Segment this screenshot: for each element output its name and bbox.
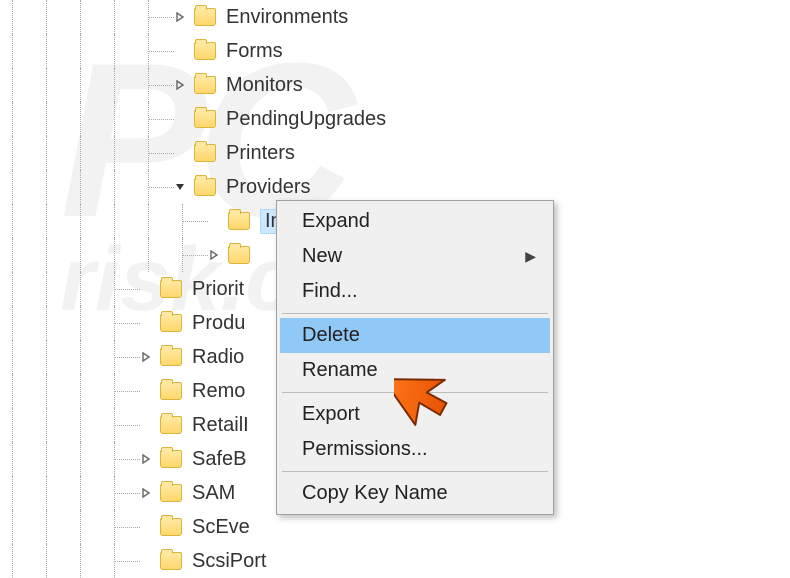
tree-item[interactable]: Printers [0,136,790,170]
tree-item-label: Produ [192,312,245,335]
folder-icon [228,246,250,264]
folder-icon [160,484,182,502]
folder-icon [194,144,216,162]
tree-item[interactable]: Providers [0,170,790,204]
tree-item[interactable]: Environments [0,0,790,34]
tree-item[interactable]: PendingUpgrades [0,102,790,136]
menu-item-label: Expand [302,210,370,233]
folder-icon [160,382,182,400]
folder-icon [160,314,182,332]
tree-item-label: SafeB [192,448,246,471]
menu-item-rename[interactable]: Rename [280,353,550,388]
chevron-right-icon: ▶ [525,248,536,265]
folder-icon [194,42,216,60]
menu-item-find-[interactable]: Find... [280,274,550,309]
context-menu[interactable]: Expand New ▶ Find... Delete Rename Export Permi… [276,200,554,515]
tree-item-label: Radio [192,346,244,369]
tree-item-label: ScsiPort [192,550,266,573]
tree-item[interactable]: Forms [0,34,790,68]
tree-item[interactable]: ScEve [0,510,790,544]
menu-item-export[interactable]: Export [280,397,550,432]
tree-item[interactable]: Monitors [0,68,790,102]
menu-separator [282,392,548,393]
menu-item-copy-key-name[interactable]: Copy Key Name [280,476,550,511]
folder-icon [160,552,182,570]
tree-item-label: ScEve [192,516,250,539]
tree-item-label: SAM [192,482,235,505]
tree-item-label: Forms [226,40,283,63]
tree-item[interactable]: ScsiPort [0,544,790,578]
menu-item-expand[interactable]: Expand [280,204,550,239]
menu-item-delete[interactable]: Delete [280,318,550,353]
tree-item-label: Providers [226,176,310,199]
menu-item-label: Copy Key Name [302,482,448,505]
tree-item-label: Monitors [226,74,303,97]
folder-icon [194,178,216,196]
menu-separator [282,313,548,314]
tree-item-label: Printers [226,142,295,165]
tree-item-label: Environments [226,6,348,29]
folder-icon [160,450,182,468]
menu-item-label: Find... [302,280,358,303]
tree-item-label: Remo [192,380,245,403]
folder-icon [228,212,250,230]
folder-icon [194,8,216,26]
menu-item-label: Export [302,403,360,426]
folder-icon [160,518,182,536]
folder-icon [160,280,182,298]
tree-item-label: RetailI [192,414,249,437]
menu-item-label: Rename [302,359,378,382]
menu-item-label: Permissions... [302,438,428,461]
menu-item-permissions-[interactable]: Permissions... [280,432,550,467]
folder-icon [160,348,182,366]
menu-item-label: Delete [302,324,360,347]
menu-separator [282,471,548,472]
tree-item-label: Priorit [192,278,244,301]
folder-icon [194,76,216,94]
menu-item-label: New [302,245,342,268]
folder-icon [194,110,216,128]
tree-item-label: PendingUpgrades [226,108,386,131]
menu-item-new[interactable]: New ▶ [280,239,550,274]
folder-icon [160,416,182,434]
